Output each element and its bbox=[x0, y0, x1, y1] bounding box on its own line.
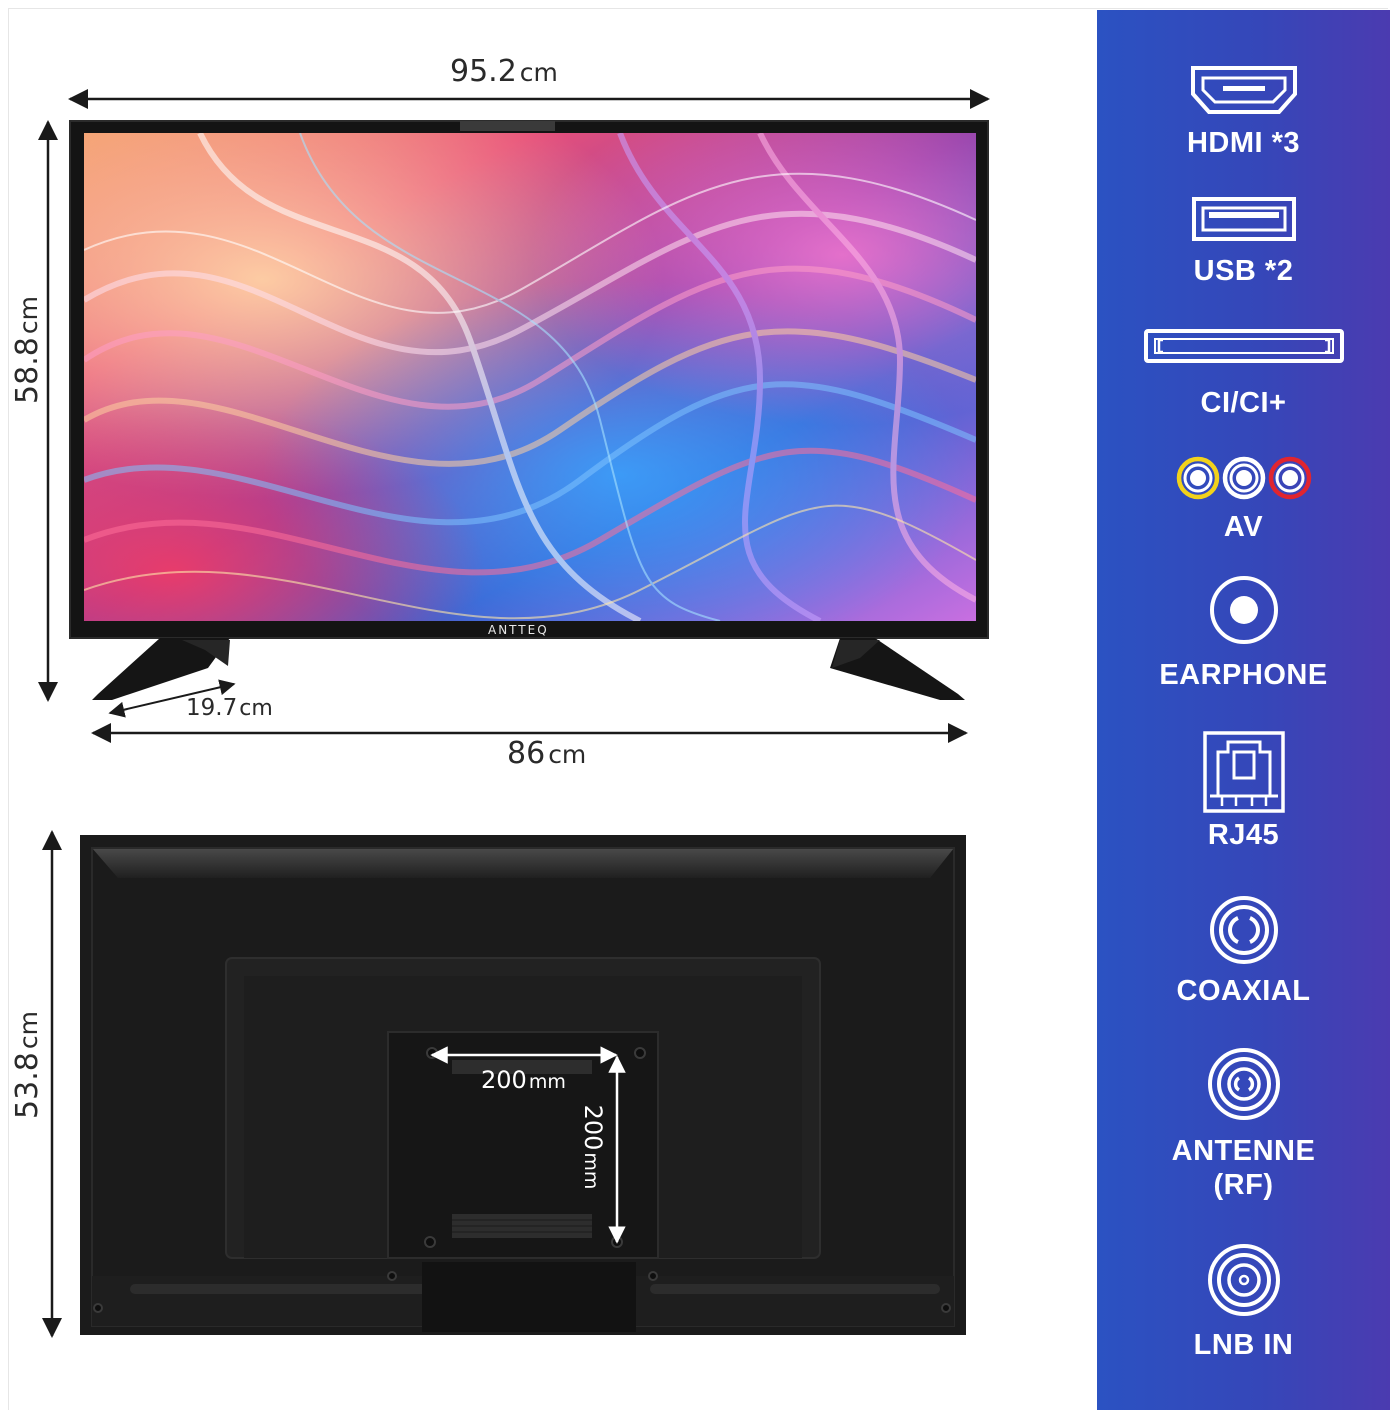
stand-span-value: 86 bbox=[507, 736, 546, 771]
brand-logo: ANTTEQ bbox=[488, 623, 549, 637]
av-port-label: AV bbox=[1223, 511, 1264, 543]
rj45-port-label: RJ45 bbox=[1207, 819, 1280, 851]
ci-slot-label: CI/CI+ bbox=[1200, 387, 1287, 419]
ci-slot-icon bbox=[1143, 329, 1344, 363]
port-coaxial: COAXIAL bbox=[1097, 894, 1390, 1008]
coaxial-port-icon bbox=[1209, 896, 1278, 964]
vesa-vertical-value: 200 bbox=[579, 1104, 607, 1151]
earphone-port-label: EARPHONE bbox=[1159, 659, 1328, 691]
vesa-horizontal-unit: mm bbox=[528, 1071, 566, 1093]
stand-span-label: 86 cm bbox=[507, 739, 586, 769]
port-usb: USB *2 bbox=[1097, 196, 1390, 288]
port-antenna: ANTENNE (RF) bbox=[1097, 1046, 1390, 1202]
hdmi-port-icon bbox=[1190, 66, 1297, 114]
port-lnb: LNB IN bbox=[1097, 1242, 1390, 1362]
earphone-jack-icon bbox=[1209, 576, 1278, 644]
ports-panel: HDMI *3 USB *2 CI/CI+ AV EARPHONE RJ45 C… bbox=[1097, 10, 1390, 1410]
height-total-unit: cm bbox=[14, 296, 43, 335]
stand-depth-value: 19.7 bbox=[186, 695, 238, 721]
stand-span-unit: cm bbox=[548, 740, 587, 769]
height-total-label: 58.8cm bbox=[10, 290, 45, 410]
back-height-unit: cm bbox=[14, 1011, 43, 1050]
height-total-value: 58.8 bbox=[10, 337, 45, 404]
port-rj45: RJ45 bbox=[1097, 730, 1390, 852]
width-total-label: 95.2 cm bbox=[450, 57, 558, 87]
rj45-port-icon bbox=[1202, 731, 1285, 813]
usb-port-label: USB *2 bbox=[1193, 255, 1294, 287]
width-total-value: 95.2 bbox=[450, 54, 517, 89]
stand-depth-unit: cm bbox=[239, 696, 273, 721]
stand-depth-label: 19.7cm bbox=[186, 697, 273, 720]
tv-screen bbox=[84, 133, 976, 621]
port-earphone: EARPHONE bbox=[1097, 574, 1390, 692]
back-height-label: 53.8cm bbox=[10, 1005, 45, 1125]
lnb-in-port-icon bbox=[1207, 1244, 1280, 1316]
vesa-horizontal-label: 200 mm bbox=[481, 1068, 566, 1092]
hdmi-port-label: HDMI *3 bbox=[1186, 127, 1301, 159]
antenna-port-label: ANTENNE bbox=[1171, 1135, 1316, 1167]
back-height-value: 53.8 bbox=[10, 1052, 45, 1119]
coaxial-port-label: COAXIAL bbox=[1176, 975, 1311, 1007]
tv-front-illustration bbox=[38, 89, 990, 743]
vesa-vertical-unit: mm bbox=[580, 1152, 602, 1190]
vesa-horizontal-value: 200 bbox=[481, 1066, 527, 1094]
width-total-unit: cm bbox=[519, 58, 558, 87]
antenna-port-sublabel: (RF) bbox=[1213, 1169, 1274, 1201]
av-rca-icon bbox=[1176, 456, 1311, 500]
port-ci: CI/CI+ bbox=[1097, 328, 1390, 420]
lnb-port-label: LNB IN bbox=[1193, 1329, 1294, 1361]
antenna-rf-port-icon bbox=[1207, 1048, 1280, 1120]
vesa-vertical-label: 200mm bbox=[579, 1097, 607, 1197]
port-hdmi: HDMI *3 bbox=[1097, 64, 1390, 160]
usb-port-icon bbox=[1191, 197, 1296, 241]
port-av: AV bbox=[1097, 454, 1390, 544]
